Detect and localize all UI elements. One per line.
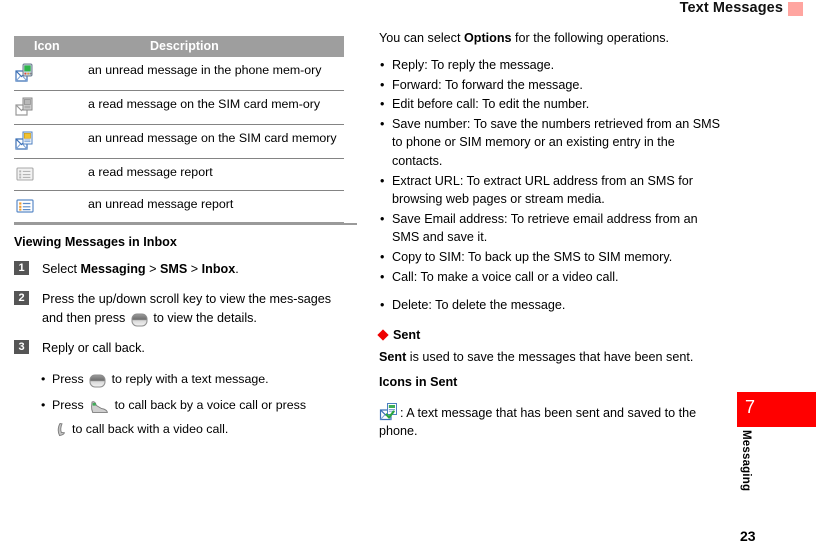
step-3-text: Reply or call back. (42, 341, 145, 355)
video-call-key-icon (57, 423, 65, 437)
operation-text: Save Email address: To retrieve email ad… (392, 211, 698, 245)
operation-text: Forward: To forward the message. (392, 77, 583, 92)
bullet-text-after: to call back with a video call. (72, 422, 229, 436)
section-heading-label: Sent (393, 327, 421, 342)
bullet-text-before: Press (52, 372, 88, 386)
bullet-dot: • (380, 116, 385, 131)
list-item: • Forward: To forward the message. (379, 76, 724, 95)
page-title: Text Messages (679, 0, 783, 16)
list-item: • Copy to SIM: To back up the SMS to SIM … (379, 248, 724, 267)
unread-message-phone-memory-icon (15, 63, 33, 82)
sent-icon-text: : A text message that has been sent and … (379, 405, 697, 438)
column-header-icon: Icon (14, 36, 88, 57)
table-row: an unread message report (14, 190, 344, 223)
step-number-badge: 2 (14, 291, 29, 305)
options-operations-list: • Reply: To reply the message. • Forward: … (379, 56, 724, 315)
step-2: 2 Press the up/down scroll key to view t… (14, 290, 344, 328)
table-row: a read message on the SIM card mem-ory (14, 90, 344, 125)
table-cell-description: an unread message report (88, 190, 344, 223)
step-1: 1 Select Messaging > SMS > Inbox. (14, 260, 344, 279)
icon-description-table: Icon Description an unread message in th… (14, 36, 344, 223)
operation-text: Delete: To delete the message. (392, 298, 566, 313)
step-number-badge: 3 (14, 340, 29, 354)
right-column: You can select Options for the following… (377, 30, 724, 452)
sent-description: Sent is used to save the messages that h… (379, 349, 694, 364)
operation-text: Call: To make a voice call or a video ca… (392, 269, 619, 284)
options-intro-text: You can select Options for the following… (379, 31, 670, 45)
list-item: • Press to call back by a voice call or p… (14, 393, 344, 441)
bullet-dot: • (380, 269, 385, 284)
list-item: • Call: To make a voice call or a video c… (379, 268, 724, 287)
bullet-text-middle: to call back by a voice call or press (111, 398, 307, 412)
section-title-viewing-messages: Viewing Messages in Inbox (14, 235, 177, 249)
operation-text: Save number: To save the numbers retriev… (392, 116, 721, 168)
read-message-sim-card-icon (15, 97, 33, 116)
icons-in-sent-heading: Icons in Sent (379, 375, 458, 390)
bullet-dot: • (41, 398, 46, 412)
table-cell-description: a read message report (88, 158, 344, 191)
list-item: • Edit before call: To edit the number. (379, 95, 724, 114)
table-header-row: Icon Description (14, 36, 344, 57)
chapter-label: Messaging (740, 430, 752, 492)
bullet-text-after: to reply with a text message. (108, 372, 269, 386)
ok-key-icon (131, 313, 148, 327)
diamond-bullet-icon (377, 329, 389, 341)
bullet-dot: • (380, 249, 385, 264)
page-number: 23 (740, 528, 756, 544)
table-row: an unread message on the SIM card memory (14, 124, 344, 159)
bullet-dot: • (380, 173, 385, 188)
list-item: • Save number: To save the numbers retrie… (379, 115, 724, 171)
left-column: Icon Description an unread message in th… (14, 36, 357, 443)
chapter-tab: 7 (737, 392, 816, 427)
unread-message-report-icon (16, 199, 34, 213)
bullet-text-before: Press (52, 398, 88, 412)
bullet-dot: • (41, 372, 46, 386)
voice-call-key-icon (91, 401, 109, 413)
bullet-dot: • (380, 97, 385, 112)
bullet-dot: • (380, 298, 385, 313)
read-message-report-icon (14, 158, 88, 191)
sent-message-saved-phone-icon (379, 402, 397, 420)
operation-text: Reply: To reply the message. (392, 58, 555, 72)
bullet-dot: • (380, 211, 385, 226)
unread-message-report-icon (14, 190, 88, 223)
bullet-dot: • (380, 58, 385, 72)
step-3-sub-bullets: • Press to reply with a text message. • Pr… (14, 367, 344, 441)
operation-text: Edit before call: To edit the number. (392, 97, 590, 112)
bullet-dot: • (380, 77, 385, 92)
operation-text: Extract URL: To extract URL address from… (392, 173, 693, 207)
table-cell-description: an unread message in the phone mem-ory (88, 57, 344, 91)
table-bottom-divider (14, 223, 357, 225)
unread-message-sim-card-icon (15, 131, 33, 150)
list-item: • Save Email address: To retrieve email a… (379, 210, 724, 247)
step-3: 3 Reply or call back. (14, 339, 344, 358)
list-item: • Extract URL: To extract URL address fro… (379, 172, 724, 209)
table-cell-description: a read message on the SIM card mem-ory (88, 90, 344, 125)
header-color-swatch (788, 2, 803, 16)
read-message-report-icon (16, 167, 34, 181)
step-number-badge: 1 (14, 261, 29, 275)
unread-message-phone-memory-icon (14, 57, 88, 91)
column-header-description: Description (88, 36, 344, 57)
table-cell-description: an unread message on the SIM card memory (88, 124, 344, 159)
sent-icon-description: : A text message that has been sent and … (379, 402, 724, 440)
list-item: • Delete: To delete the message. (379, 296, 724, 315)
unread-message-sim-card-icon (14, 124, 88, 159)
read-message-sim-card-icon (14, 90, 88, 125)
table-row: a read message report (14, 158, 344, 191)
step-2-text-after: to view the details. (149, 311, 257, 325)
step-1-text: Select Messaging > SMS > Inbox. (42, 262, 239, 276)
operation-text: Copy to SIM: To back up the SMS to SIM m… (392, 249, 673, 264)
ok-key-icon (89, 374, 106, 388)
list-item: • Reply: To reply the message. (379, 56, 724, 75)
manual-page: Text Messages Icon Description an unread… (0, 0, 816, 550)
list-item: • Press to reply with a text message. (14, 367, 344, 391)
table-row: an unread message in the phone mem-ory (14, 57, 344, 91)
section-heading-sent: Sent (377, 327, 724, 342)
page-header: Text Messages (0, 0, 816, 22)
chapter-number: 7 (745, 397, 756, 417)
